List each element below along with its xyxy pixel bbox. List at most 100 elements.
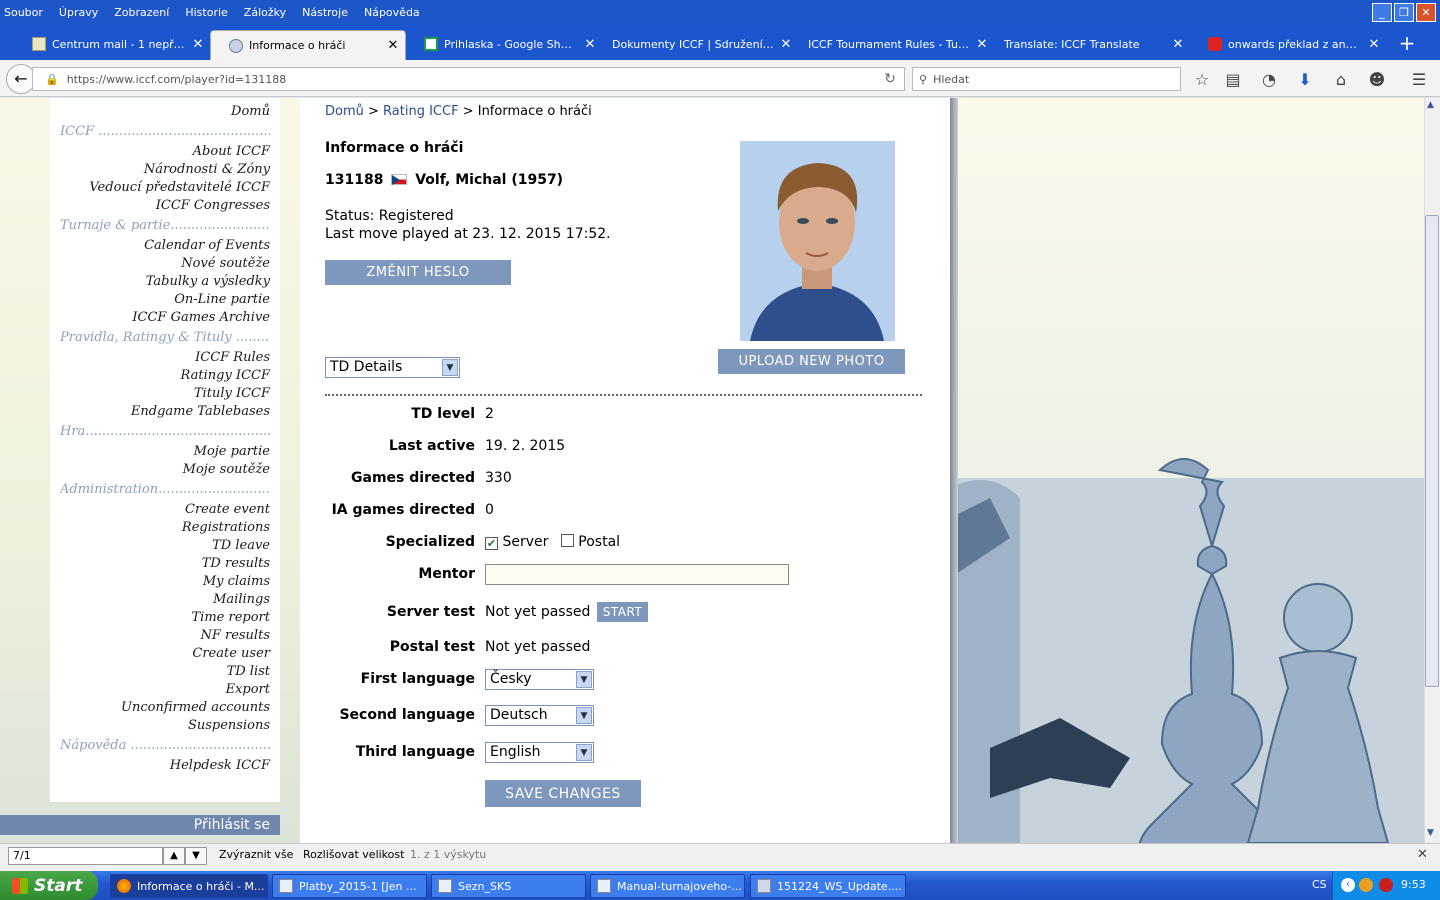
start-button[interactable]: Start <box>0 871 98 900</box>
first-language-select[interactable]: Česky ▼ <box>485 669 594 690</box>
sidebar-item-congresses[interactable]: ICCF Congresses <box>156 198 270 213</box>
change-password-button[interactable]: ZMĚNIT HESLO <box>325 260 511 285</box>
close-tab-icon[interactable]: ✕ <box>1362 37 1386 52</box>
server-checkbox[interactable]: ✔ <box>485 537 498 550</box>
sidebar-item-time-report[interactable]: Time report <box>192 610 270 625</box>
bookmark-star-icon[interactable]: ☆ <box>1190 68 1214 90</box>
taskbar-item-spreadsheet[interactable]: Platby_2015-1 [Jen ... <box>272 874 427 898</box>
language-indicator[interactable]: CS <box>1312 878 1327 891</box>
sidebar-item-rules[interactable]: ICCF Rules <box>195 350 270 365</box>
sidebar-item-create-user[interactable]: Create user <box>192 646 270 661</box>
close-tab-icon[interactable]: ✕ <box>1166 37 1190 52</box>
menu-help[interactable]: Nápověda <box>364 6 420 19</box>
url-bar[interactable]: 🔒 https://www.iccf.com/player?id=131188 … <box>32 67 905 91</box>
find-next-icon[interactable]: ▼ <box>185 847 207 865</box>
sidebar-item-registrations[interactable]: Registrations <box>182 520 270 535</box>
reading-list-icon[interactable]: ▤ <box>1221 68 1245 90</box>
close-tab-icon[interactable]: ✕ <box>970 37 994 52</box>
scroll-down-icon[interactable]: ▼ <box>1427 828 1434 838</box>
sidebar-item-online-games[interactable]: On-Line partie <box>174 292 270 307</box>
close-tab-icon[interactable]: ✕ <box>186 37 210 52</box>
sidebar-item-mailings[interactable]: Mailings <box>213 592 270 607</box>
tab-mail[interactable]: Centrum mail - 1 nepřečte...✕ <box>14 32 210 56</box>
highlight-all-button[interactable]: Zvýraznit vše <box>219 848 293 861</box>
tray-arrow-icon[interactable]: ‹ <box>1341 878 1355 892</box>
scroll-up-icon[interactable]: ▲ <box>1427 100 1434 110</box>
sidebar-item-td-leave[interactable]: TD leave <box>212 538 270 553</box>
upload-photo-button[interactable]: UPLOAD NEW PHOTO <box>718 349 905 374</box>
find-previous-icon[interactable]: ▲ <box>163 847 185 865</box>
chat-icon[interactable]: ☻ <box>1365 68 1389 90</box>
tab-translate[interactable]: Translate: ICCF Translate ✕ <box>994 32 1190 56</box>
details-select[interactable]: TD Details ▼ <box>325 357 460 378</box>
sidebar-item-new-events[interactable]: Nové soutěže <box>181 256 270 271</box>
save-changes-button[interactable]: SAVE CHANGES <box>485 780 641 807</box>
login-link[interactable]: Přihlásit se <box>0 815 280 835</box>
sidebar-item-archive[interactable]: ICCF Games Archive <box>132 310 270 325</box>
first-language-label: First language <box>360 671 475 687</box>
taskbar-item-update[interactable]: 151224_WS_Update.... <box>750 874 906 898</box>
menu-file[interactable]: Soubor <box>4 6 43 19</box>
taskbar-item-firefox[interactable]: Informace o hráči - M... <box>110 874 268 898</box>
close-tab-icon[interactable]: ✕ <box>774 37 798 52</box>
menu-view[interactable]: Zobrazení <box>114 6 169 19</box>
close-tab-icon[interactable]: ✕ <box>578 37 602 52</box>
close-tab-icon[interactable]: ✕ <box>381 38 405 53</box>
download-icon[interactable]: ⬇ <box>1293 68 1317 90</box>
mentor-input[interactable] <box>485 564 789 585</box>
second-language-select[interactable]: Deutsch ▼ <box>485 705 594 726</box>
sidebar-item-helpdesk[interactable]: Helpdesk ICCF <box>170 758 270 773</box>
close-find-icon[interactable]: ✕ <box>1417 847 1428 862</box>
home-icon[interactable]: ⌂ <box>1329 68 1353 90</box>
third-language-select[interactable]: English ▼ <box>485 742 594 763</box>
menu-bookmarks[interactable]: Záložky <box>244 6 286 19</box>
sidebar-item-titles[interactable]: Tituly ICCF <box>194 386 270 401</box>
tab-sheets[interactable]: Prihlaska - Google Sheets ✕ <box>406 32 602 56</box>
main-content: Domů > Rating ICCF > Informace o hráči I… <box>300 98 950 843</box>
sidebar-item-nationalities[interactable]: Národnosti & Zóny <box>144 162 270 177</box>
hamburger-menu-icon[interactable]: ☰ <box>1407 68 1431 90</box>
tab-onwards[interactable]: onwards překlad z angličtin...✕ <box>1190 32 1386 56</box>
menu-history[interactable]: Historie <box>185 6 227 19</box>
sidebar-item-nf-results[interactable]: NF results <box>200 628 270 643</box>
sidebar-item-my-games[interactable]: Moje partie <box>194 444 270 459</box>
sidebar-item-td-results[interactable]: TD results <box>202 556 270 571</box>
taskbar-item-sezn[interactable]: Sezn_SKS <box>431 874 586 898</box>
start-test-button[interactable]: START <box>597 602 648 622</box>
tab-documents[interactable]: Dokumenty ICCF | Sdružení kor...✕ <box>602 32 798 56</box>
menu-edit[interactable]: Úpravy <box>59 6 98 19</box>
tab-rules[interactable]: ICCF Tournament Rules - Turn... ✕ <box>798 32 994 56</box>
tab-player-info[interactable]: Informace o hráči ✕ <box>210 30 406 60</box>
menu-tools[interactable]: Nástroje <box>302 6 348 19</box>
search-input[interactable]: ⚲ Hledat <box>912 67 1181 91</box>
tray-security-icon[interactable] <box>1379 878 1393 892</box>
match-case-button[interactable]: Rozlišovat velikost <box>303 848 404 861</box>
sidebar-item-td-list[interactable]: TD list <box>227 664 270 679</box>
postal-checkbox[interactable] <box>560 534 574 547</box>
sidebar-item-my-events[interactable]: Moje soutěže <box>183 462 270 477</box>
sidebar-item-my-claims[interactable]: My claims <box>203 574 270 589</box>
tray-app-icon[interactable] <box>1359 878 1373 892</box>
sidebar-item-export[interactable]: Export <box>226 682 270 697</box>
new-tab-icon[interactable]: + <box>1396 32 1418 54</box>
sidebar-item-tables[interactable]: Tabulky a výsledky <box>146 274 270 289</box>
breadcrumb-rating[interactable]: Rating ICCF <box>383 104 459 119</box>
minimize-icon[interactable]: _ <box>1372 3 1392 22</box>
sidebar-item-about[interactable]: About ICCF <box>193 144 270 159</box>
breadcrumb-home[interactable]: Domů <box>325 104 364 119</box>
sidebar-item-officials[interactable]: Vedoucí představitelé ICCF <box>89 180 270 195</box>
sidebar-item-create-event[interactable]: Create event <box>185 502 270 517</box>
sidebar-item-calendar[interactable]: Calendar of Events <box>144 238 270 253</box>
sidebar-item-unconfirmed-accounts[interactable]: Unconfirmed accounts <box>121 700 270 715</box>
pocket-icon[interactable]: ◔ <box>1257 68 1281 90</box>
close-window-icon[interactable]: ✕ <box>1416 3 1436 22</box>
taskbar-item-manual[interactable]: Manual-turnajoveho-... <box>590 874 745 898</box>
find-input[interactable]: 7/1 <box>8 847 163 865</box>
reload-icon[interactable]: ↻ <box>884 71 896 87</box>
sidebar-item-home[interactable]: Domů <box>231 104 270 119</box>
sidebar-item-ratings[interactable]: Ratingy ICCF <box>181 368 270 383</box>
restore-icon[interactable]: ❐ <box>1394 3 1414 22</box>
sidebar-item-suspensions[interactable]: Suspensions <box>188 718 270 733</box>
scrollbar-thumb[interactable] <box>1425 215 1439 687</box>
sidebar-item-tablebases[interactable]: Endgame Tablebases <box>131 404 270 419</box>
